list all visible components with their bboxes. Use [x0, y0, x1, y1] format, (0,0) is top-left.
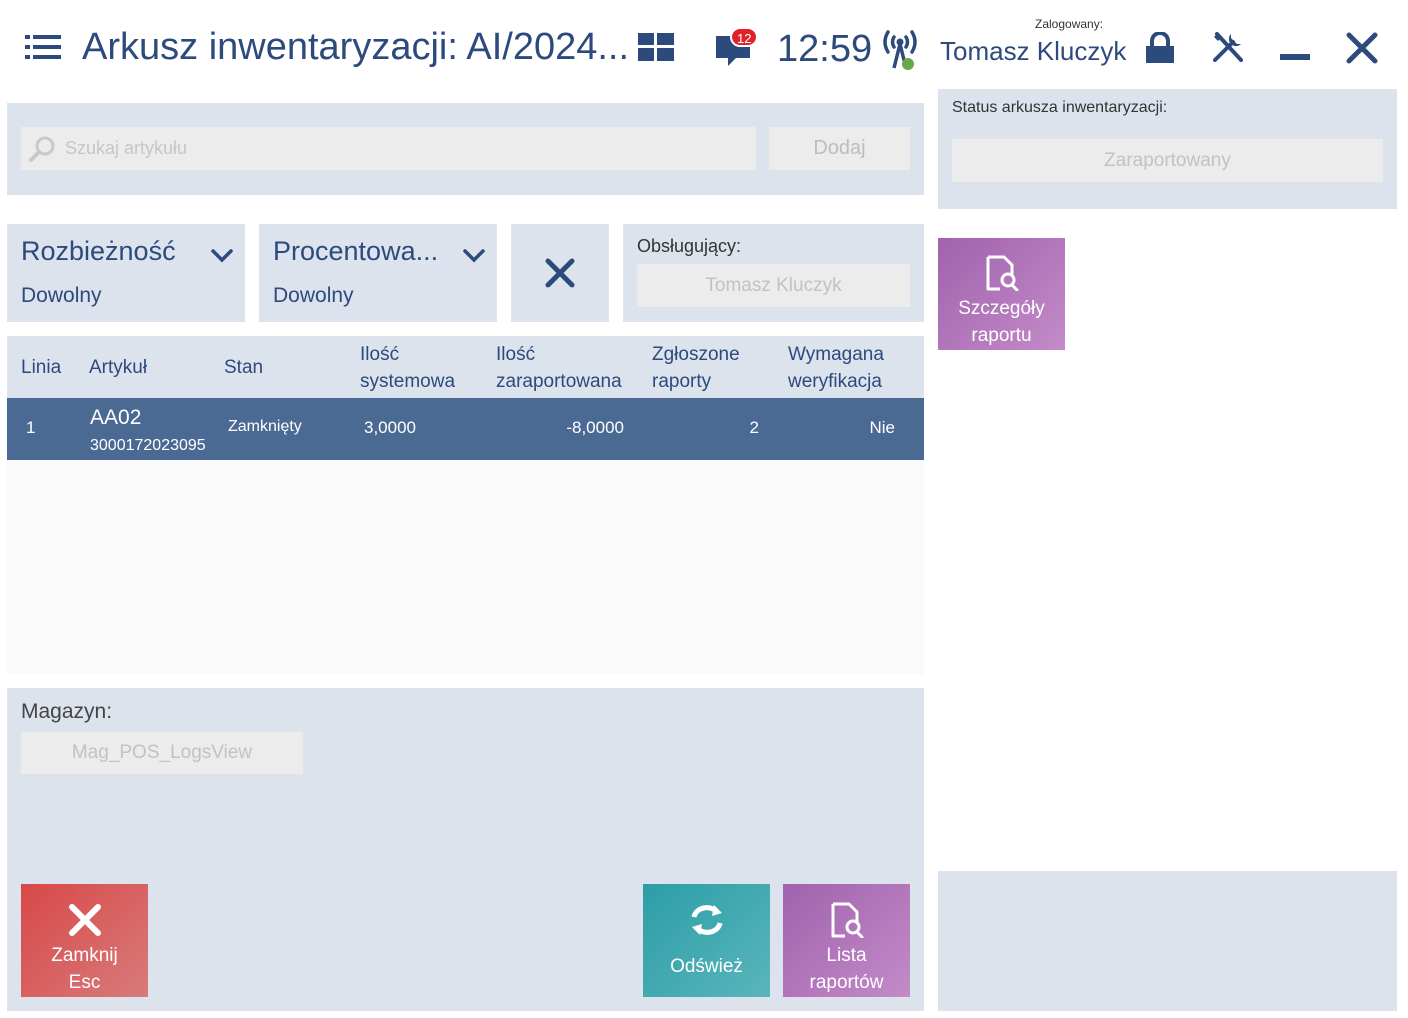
column-reported-qty-line1: Ilość	[496, 344, 536, 365]
menu-icon[interactable]	[25, 33, 61, 61]
column-verification-line1: Wymagana	[788, 344, 884, 365]
column-system-qty-line1: Ilość	[360, 344, 400, 365]
minimize-icon[interactable]	[1280, 54, 1310, 60]
filter-discrepancy-value: Dowolny	[21, 284, 102, 307]
close-button-label: Zamknij	[51, 945, 118, 966]
column-reports[interactable]: Zgłoszone raporty	[652, 341, 740, 395]
chevron-down-icon	[463, 249, 485, 263]
search-input[interactable]: Szukaj artykułu	[21, 127, 756, 170]
chevron-down-icon	[211, 249, 233, 263]
refresh-button[interactable]: Odśwież	[643, 884, 770, 997]
column-line[interactable]: Linia	[21, 354, 61, 381]
column-reported-qty[interactable]: Ilość zaraportowana	[496, 341, 622, 395]
cell-system-qty: 3,0000	[364, 418, 416, 437]
signal-icon[interactable]	[880, 28, 920, 72]
logged-in-label: Zalogowany:	[1035, 17, 1104, 31]
cell-state: Zamknięty	[228, 418, 302, 435]
close-icon[interactable]	[1346, 32, 1378, 64]
lock-icon[interactable]	[1144, 32, 1176, 64]
user-name: Tomasz Kluczyk	[940, 36, 1127, 66]
clear-icon	[545, 258, 575, 288]
filter-discrepancy[interactable]: Rozbieżność Dowolny	[7, 224, 245, 322]
operator-label: Obsługujący:	[637, 236, 742, 256]
table-row[interactable]: 1 AA02 3000172023095 Zamknięty 3,0000 -8…	[7, 398, 924, 460]
tools-icon[interactable]	[1211, 30, 1245, 64]
column-system-qty-line2: systemowa	[360, 371, 456, 392]
column-reports-line2: raporty	[652, 371, 712, 392]
column-reported-qty-line2: zaraportowana	[496, 371, 622, 392]
report-details-label-line1: Szczegóły	[958, 298, 1045, 319]
cell-article-ean: 3000172023095	[90, 437, 206, 454]
notification-badge: 12	[730, 27, 759, 47]
cell-line: 1	[26, 418, 36, 437]
filter-percent-value: Dowolny	[273, 284, 354, 307]
search-icon	[29, 136, 55, 162]
filter-percent-title: Procentowa...	[273, 236, 439, 266]
cell-reported-qty: -8,0000	[566, 418, 624, 437]
document-search-icon	[831, 902, 864, 938]
operator-value: Tomasz Kluczyk	[637, 264, 910, 307]
reports-list-button[interactable]: Lista raportów	[783, 884, 910, 997]
document-search-icon	[986, 255, 1019, 291]
status-value: Zaraportowany	[952, 139, 1383, 182]
cell-reports: 2	[749, 418, 759, 437]
table-header: Linia Artykuł Stan Ilość systemowa Ilość…	[7, 336, 924, 398]
clock: 12:59	[777, 28, 873, 70]
close-x-icon	[69, 904, 101, 936]
column-verification-line2: weryfikacja	[788, 371, 882, 392]
refresh-icon	[691, 905, 723, 935]
report-details-button[interactable]: Szczegóły raportu	[938, 238, 1065, 350]
tiles-icon[interactable]	[638, 33, 674, 61]
add-button[interactable]: Dodaj	[769, 127, 910, 170]
column-verification[interactable]: Wymagana weryfikacja	[788, 341, 884, 395]
column-state[interactable]: Stan	[224, 354, 263, 381]
cell-article-code: AA02	[90, 406, 142, 429]
filter-discrepancy-title: Rozbieżność	[21, 236, 176, 266]
filter-percent[interactable]: Procentowa... Dowolny	[259, 224, 497, 322]
side-bottom-panel	[938, 871, 1397, 1011]
refresh-button-label: Odśwież	[670, 956, 743, 977]
close-button-shortcut: Esc	[68, 972, 101, 993]
column-reports-line1: Zgłoszone	[652, 344, 740, 365]
column-article[interactable]: Artykuł	[89, 354, 147, 381]
status-label: Status arkusza inwentaryzacji:	[952, 99, 1168, 116]
reports-list-label-line2: raportów	[809, 972, 884, 993]
page-title: Arkusz inwentaryzacji: AI/2024...	[82, 26, 630, 68]
close-button[interactable]: Zamknij Esc	[21, 884, 148, 997]
warehouse-value: Mag_POS_LogsView	[21, 732, 303, 774]
column-system-qty[interactable]: Ilość systemowa	[360, 341, 455, 395]
warehouse-label: Magazyn:	[21, 700, 113, 723]
reports-list-label-line1: Lista	[826, 945, 867, 966]
report-details-label-line2: raportu	[971, 325, 1032, 346]
cell-verification: Nie	[869, 418, 895, 437]
